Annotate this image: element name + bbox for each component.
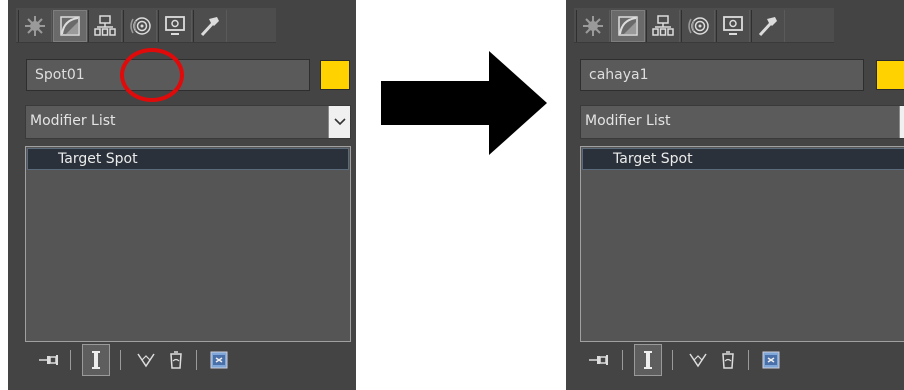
- show-end-result-icon: [92, 351, 100, 369]
- chevron-down-icon[interactable]: [328, 106, 350, 138]
- pin-stack-icon: [589, 355, 608, 365]
- create-icon: [583, 16, 603, 36]
- command-panel-after: cahaya1 Modifier List Target Spot: [566, 0, 904, 390]
- display-icon: [165, 16, 185, 35]
- stack-item-label: Target Spot: [613, 151, 693, 167]
- modifier-list-label: Modifier List: [585, 113, 671, 129]
- motion-tab[interactable]: [123, 10, 157, 42]
- utilities-tab[interactable]: [751, 10, 785, 42]
- configure-sets-button[interactable]: [206, 344, 232, 376]
- motion-icon: [130, 17, 151, 35]
- remove-modifier-icon: [722, 351, 734, 369]
- configure-sets-icon: [210, 351, 228, 369]
- modify-icon: [618, 16, 638, 36]
- create-tab[interactable]: [18, 10, 52, 42]
- hierarchy-icon: [652, 15, 674, 36]
- make-unique-button[interactable]: [134, 344, 158, 376]
- configure-sets-icon: [762, 351, 780, 369]
- object-name-value: cahaya1: [589, 67, 649, 83]
- hierarchy-tab[interactable]: [646, 10, 680, 42]
- command-panel-tabs: [16, 8, 276, 43]
- modifier-list-label: Modifier List: [30, 113, 116, 129]
- motion-icon: [688, 17, 709, 35]
- hierarchy-icon: [94, 15, 116, 36]
- make-unique-icon: [137, 353, 155, 368]
- modifier-list-dropdown[interactable]: Modifier List: [580, 105, 904, 139]
- modify-tab[interactable]: [53, 10, 87, 42]
- stack-tools: [28, 344, 288, 376]
- chevron-down-icon[interactable]: [899, 106, 904, 138]
- pin-stack-button[interactable]: [586, 344, 612, 376]
- show-end-result-icon: [644, 351, 652, 369]
- pin-stack-icon: [39, 355, 58, 365]
- create-icon: [25, 16, 45, 36]
- modify-icon: [60, 16, 80, 36]
- modifier-list-dropdown[interactable]: Modifier List: [25, 105, 351, 139]
- display-tab[interactable]: [716, 10, 750, 42]
- show-end-result-button[interactable]: [82, 344, 110, 376]
- object-color-swatch[interactable]: [876, 60, 904, 90]
- arrow-right-icon: [381, 51, 547, 155]
- utilities-icon: [758, 17, 777, 37]
- stack-item-target-spot[interactable]: Target Spot: [582, 148, 904, 170]
- show-end-result-button[interactable]: [634, 344, 662, 376]
- create-tab[interactable]: [576, 10, 610, 42]
- command-panel-tabs: [574, 8, 834, 43]
- remove-modifier-icon: [170, 351, 182, 369]
- motion-tab[interactable]: [681, 10, 715, 42]
- stack-tools: [586, 344, 846, 376]
- object-color-swatch[interactable]: [320, 60, 350, 90]
- hierarchy-tab[interactable]: [88, 10, 122, 42]
- remove-modifier-button[interactable]: [164, 344, 188, 376]
- make-unique-icon: [689, 353, 707, 368]
- remove-modifier-button[interactable]: [716, 344, 740, 376]
- object-name-field[interactable]: cahaya1: [580, 59, 864, 91]
- pin-stack-button[interactable]: [36, 344, 62, 376]
- display-icon: [723, 16, 743, 35]
- stack-item-label: Target Spot: [58, 151, 138, 167]
- configure-sets-button[interactable]: [758, 344, 784, 376]
- display-tab[interactable]: [158, 10, 192, 42]
- utilities-tab[interactable]: [193, 10, 227, 42]
- modifier-stack[interactable]: Target Spot: [580, 146, 904, 342]
- make-unique-button[interactable]: [686, 344, 710, 376]
- annotation-circle: [120, 48, 184, 102]
- modifier-stack[interactable]: Target Spot: [25, 146, 351, 342]
- command-panel-before: Spot01 Modifier List Target Spot: [8, 0, 356, 390]
- object-name-value: Spot01: [35, 67, 85, 83]
- utilities-icon: [200, 17, 219, 37]
- modify-tab[interactable]: [611, 10, 645, 42]
- stack-item-target-spot[interactable]: Target Spot: [27, 148, 349, 170]
